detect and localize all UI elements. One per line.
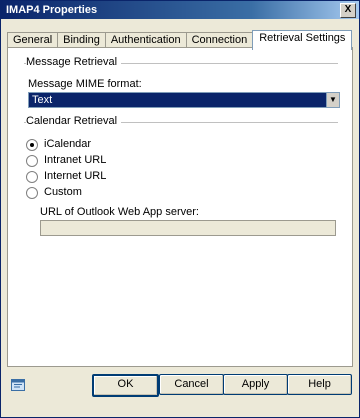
retrieval-settings-panel: Message Retrieval Message MIME format: T… bbox=[7, 47, 353, 367]
owa-url-label: URL of Outlook Web App server: bbox=[40, 206, 199, 218]
mime-format-value: Text bbox=[32, 94, 53, 106]
cancel-button[interactable]: Cancel bbox=[159, 374, 224, 395]
mime-format-label: Message MIME format: bbox=[28, 78, 142, 90]
owa-url-field[interactable] bbox=[40, 220, 336, 236]
tab-strip: General Binding Authentication Connection Re… bbox=[7, 30, 353, 50]
radio-button[interactable] bbox=[26, 187, 38, 199]
radio-button[interactable] bbox=[26, 139, 38, 151]
calendar-retrieval-group-label: Calendar Retrieval bbox=[26, 115, 122, 127]
title-bar: IMAP4 Properties X bbox=[1, 1, 359, 19]
radio-button[interactable] bbox=[26, 155, 38, 167]
chevron-down-icon[interactable]: ▼ bbox=[326, 93, 339, 107]
properties-window: IMAP4 Properties X General Binding Authent… bbox=[0, 0, 360, 418]
properties-help-icon[interactable] bbox=[11, 379, 25, 391]
window-title: IMAP4 Properties bbox=[6, 4, 98, 16]
mime-format-select[interactable]: Text ▼ bbox=[28, 92, 340, 108]
ok-button[interactable]: OK bbox=[92, 374, 159, 397]
radio-label: Intranet URL bbox=[44, 154, 107, 166]
radio-label: Internet URL bbox=[44, 170, 107, 182]
radio-button[interactable] bbox=[26, 171, 38, 183]
radio-selected-dot bbox=[30, 143, 34, 147]
apply-button[interactable]: Apply bbox=[223, 374, 288, 395]
help-button[interactable]: Help bbox=[287, 374, 352, 395]
radio-label: Custom bbox=[44, 186, 82, 198]
radio-label: iCalendar bbox=[44, 138, 92, 150]
tab-retrieval-settings[interactable]: Retrieval Settings bbox=[252, 30, 353, 50]
message-retrieval-group-label: Message Retrieval bbox=[26, 56, 122, 68]
close-button[interactable]: X bbox=[340, 3, 356, 18]
